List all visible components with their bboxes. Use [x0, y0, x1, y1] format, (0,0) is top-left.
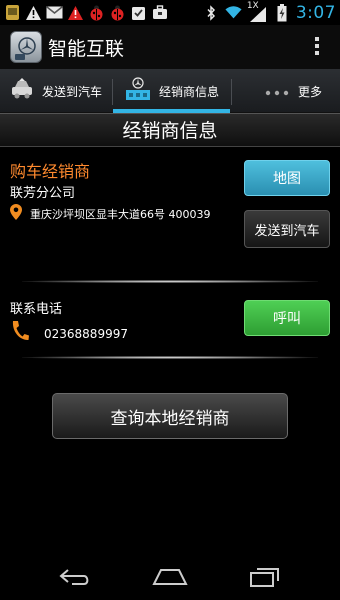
contact-phone-label: 联系电话 [10, 302, 63, 317]
tab-label: 发送到汽车 [42, 84, 103, 99]
location-pin-icon [10, 204, 22, 224]
tab-label: 经销商信息 [159, 84, 220, 99]
tab-label: 更多 [298, 84, 323, 99]
app-logo-icon[interactable] [10, 31, 42, 63]
divider [22, 356, 318, 359]
notification-icons [4, 3, 168, 22]
dealer-icon [125, 77, 151, 105]
dealer-type-label: 购车经销商 [10, 162, 91, 181]
checklist-icon [130, 4, 147, 21]
map-button[interactable]: 地图 [244, 160, 330, 196]
send-to-car-button[interactable]: 发送到汽车 [244, 210, 330, 248]
home-icon[interactable] [150, 562, 190, 592]
gmail-icon [46, 4, 63, 21]
warning-icon [67, 4, 84, 21]
navigation-bar [0, 554, 340, 600]
battery-charging-icon [274, 3, 291, 21]
tab-dealer-info[interactable]: 经销商信息 [113, 69, 230, 113]
dealer-name: 联芳分公司 [10, 186, 76, 201]
car-icon [10, 78, 34, 104]
phone-icon [10, 320, 30, 348]
call-button[interactable]: 呼叫 [244, 300, 330, 336]
back-icon[interactable] [55, 562, 95, 592]
ladybug-icon [109, 4, 126, 21]
ladybug-icon [88, 4, 105, 21]
bluetooth-icon [203, 4, 220, 21]
app-notification-icon [4, 4, 21, 21]
app-title: 智能互联 [48, 38, 125, 60]
phone-row: 02368889997 [10, 320, 128, 348]
clock: 3:07 [295, 2, 336, 23]
action-bar: 智能互联 [0, 25, 340, 69]
signal-icon: 1X [247, 1, 269, 22]
phone-number: 02368889997 [44, 327, 128, 341]
warning-icon [25, 4, 42, 21]
system-icons: 1X 3:07 [203, 1, 336, 23]
wifi-icon [225, 4, 242, 21]
address-row: 重庆沙坪坝区显丰大道66号 400039 [10, 204, 210, 224]
overflow-menu-icon[interactable] [314, 37, 320, 59]
section-header: 经销商信息 [0, 113, 340, 147]
divider [22, 280, 318, 283]
tab-bar: 发送到汽车 经销商信息 更多 [0, 69, 340, 113]
status-bar: 1X 3:07 [0, 0, 340, 25]
dealer-address: 重庆沙坪坝区显丰大道66号 400039 [30, 208, 211, 221]
section-title: 经销商信息 [122, 120, 218, 142]
more-dots-icon [264, 82, 290, 101]
tab-more[interactable]: 更多 [232, 69, 340, 113]
recent-apps-icon[interactable] [245, 562, 285, 592]
query-local-dealer-button[interactable]: 查询本地经销商 [52, 393, 288, 439]
tab-send-to-car[interactable]: 发送到汽车 [0, 69, 110, 113]
briefcase-icon [151, 4, 168, 21]
